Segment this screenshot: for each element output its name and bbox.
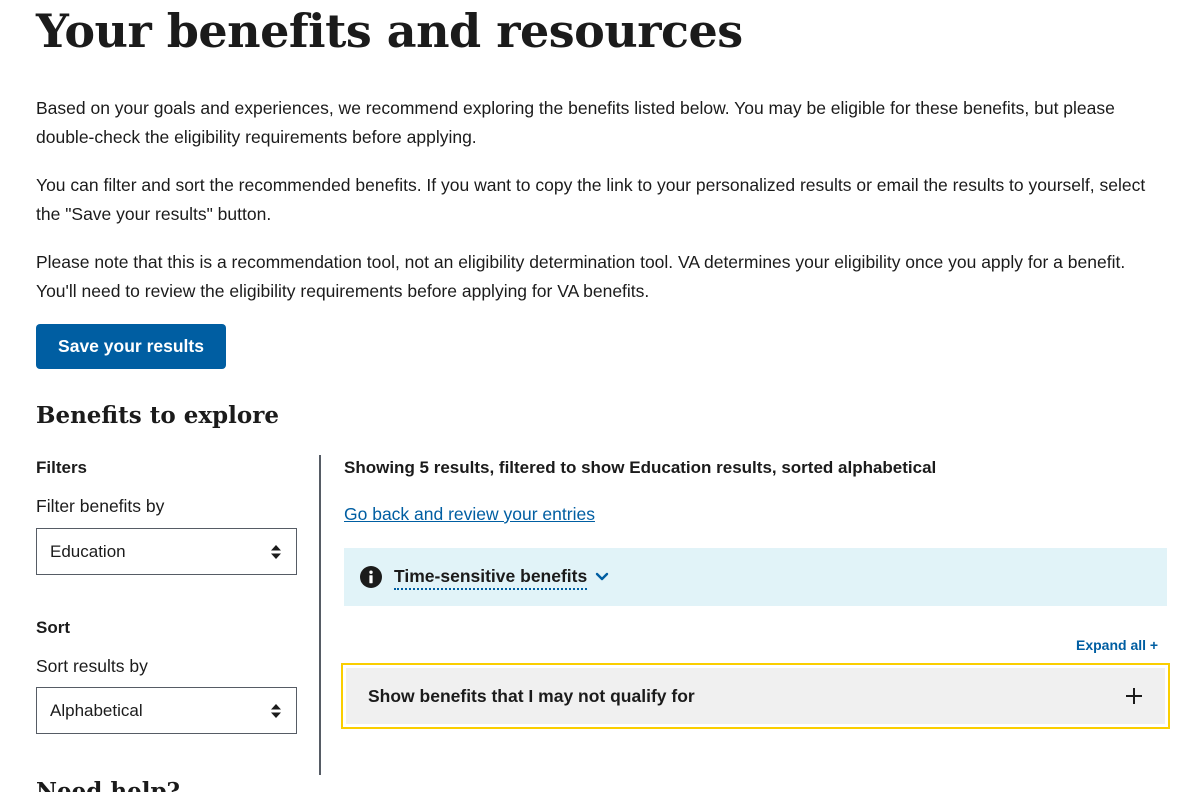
info-icon <box>360 566 382 588</box>
time-sensitive-label: Time-sensitive benefits <box>394 565 588 590</box>
expand-all-button[interactable]: Expand all + <box>1076 637 1158 653</box>
filter-benefits-label: Filter benefits by <box>36 496 165 516</box>
time-sensitive-toggle[interactable]: Time-sensitive benefits <box>394 565 609 590</box>
sort-arrows-icon <box>271 703 281 718</box>
plus-icon <box>1126 688 1142 704</box>
sort-title: Sort <box>36 618 70 637</box>
filter-benefits-select[interactable]: Education <box>36 528 297 575</box>
need-help-heading: Need help? <box>36 778 181 792</box>
benefits-to-explore-heading: Benefits to explore <box>36 402 279 429</box>
sort-results-label: Sort results by <box>36 656 148 676</box>
go-back-link[interactable]: Go back and review your entries <box>344 504 595 525</box>
intro-paragraph-2: You can filter and sort the recommended … <box>36 175 1146 224</box>
chevron-down-icon <box>596 572 609 581</box>
filters-title: Filters <box>36 458 88 477</box>
page-title: Your benefits and resources <box>36 4 743 58</box>
sort-results-select[interactable]: Alphabetical <box>36 687 297 734</box>
may-not-qualify-accordion[interactable]: Show benefits that I may not qualify for <box>341 663 1170 729</box>
intro-paragraph-1: Based on your goals and experiences, we … <box>36 98 1115 147</box>
time-sensitive-alert: Time-sensitive benefits <box>344 548 1167 606</box>
results-summary: Showing 5 results, filtered to show Educ… <box>344 458 937 477</box>
filter-benefits-value: Education <box>50 541 126 561</box>
sort-results-value: Alphabetical <box>50 700 143 720</box>
sort-arrows-icon <box>271 544 281 559</box>
save-results-button[interactable]: Save your results <box>36 324 226 369</box>
accordion-button[interactable]: Show benefits that I may not qualify for <box>346 668 1165 724</box>
column-divider <box>319 455 321 775</box>
accordion-label: Show benefits that I may not qualify for <box>368 685 695 706</box>
intro-paragraph-3: Please note that this is a recommendatio… <box>36 252 1126 301</box>
